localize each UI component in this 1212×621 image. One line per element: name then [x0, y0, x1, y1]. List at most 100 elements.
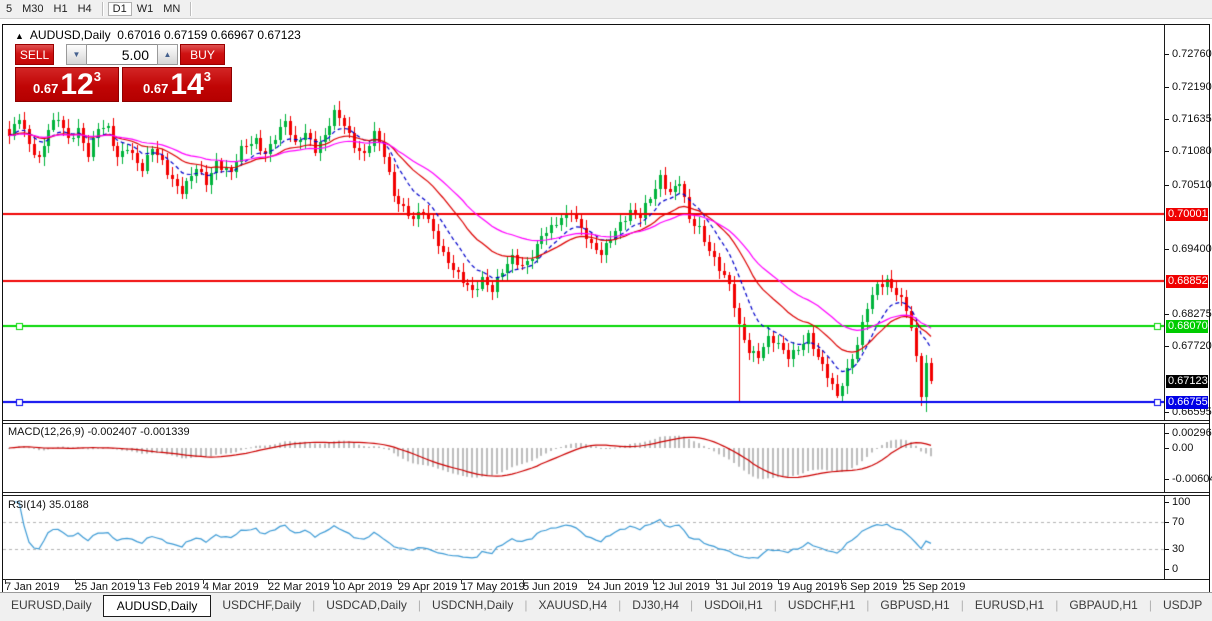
date-axis-tick — [903, 579, 904, 584]
price-axis-label: 0.68275 — [1172, 308, 1212, 320]
sell-price-pips: 12 — [60, 71, 93, 99]
tab-gbpusd-h1[interactable]: GBPUSD,H1 — [869, 596, 960, 614]
pane-separator-macd[interactable] — [3, 420, 1209, 424]
buy-button[interactable]: BUY — [180, 44, 225, 65]
timeframe-button-d1[interactable]: D1 — [108, 2, 132, 16]
tab-usdjp[interactable]: USDJP — [1152, 596, 1212, 614]
timeframe-toolbar: 5M30H1H4 D1W1MN — [0, 0, 1212, 19]
date-axis-tick — [75, 579, 76, 584]
collapse-arrow-icon[interactable]: ▲ — [15, 31, 24, 41]
date-axis-tick — [588, 579, 589, 584]
chart-window: MACD(12,26,9) -0.002407 -0.001339 RSI(14… — [2, 24, 1210, 592]
price-axis-tick — [1165, 151, 1169, 152]
tab-eurusd-daily[interactable]: EURUSD,Daily — [0, 596, 103, 614]
macd-axis-label: 0.002968 — [1172, 427, 1212, 439]
price-axis-label: 0.69400 — [1172, 243, 1212, 255]
tab-usdchf-h1[interactable]: USDCHF,H1 — [777, 596, 866, 614]
tab-xauusd-h4[interactable]: XAUUSD,H4 — [527, 596, 618, 614]
price-level-badge: 0.67123 — [1166, 375, 1208, 388]
pane-separator-rsi[interactable] — [3, 492, 1209, 496]
rsi-pane — [3, 496, 1165, 579]
rsi-axis-label: 30 — [1172, 543, 1184, 555]
price-axis-label: 0.67720 — [1172, 340, 1212, 352]
price-axis-tick — [1165, 249, 1169, 250]
date-axis: 7 Jan 201925 Jan 201913 Feb 20194 Mar 20… — [3, 579, 1209, 592]
tab-usdoil-h1[interactable]: USDOil,H1 — [693, 596, 774, 614]
date-axis-tick — [778, 579, 779, 584]
price-axis-tick — [1165, 87, 1169, 88]
date-axis-label: 12 Jul 2019 — [653, 581, 710, 593]
chart-title: ▲ AUDUSD,Daily 0.67016 0.67159 0.66967 0.… — [15, 28, 301, 42]
price-axis-tick — [1165, 346, 1169, 347]
timeframe-button-h1[interactable]: H1 — [49, 2, 73, 16]
date-axis-tick — [138, 579, 139, 584]
rsi-axis-tick — [1165, 549, 1169, 550]
rsi-axis-tick — [1165, 522, 1169, 523]
date-axis-label: 19 Aug 2019 — [778, 581, 840, 593]
buy-price-base: 0.67 — [143, 81, 168, 96]
date-axis-tick — [5, 579, 6, 584]
rsi-axis-label: 70 — [1172, 516, 1184, 528]
price-axis-label: 0.71080 — [1172, 145, 1212, 157]
date-axis-label: 13 Feb 2019 — [138, 581, 200, 593]
sell-price-button[interactable]: 0.67 12 3 — [15, 67, 119, 102]
macd-axis-label: -0.006047 — [1172, 473, 1212, 485]
price-axis: 0.727600.721900.716350.710800.705100.694… — [1164, 25, 1209, 591]
price-level-badge: 0.66755 — [1166, 396, 1208, 409]
date-axis-label: 17 May 2019 — [461, 581, 525, 593]
tab-gbpaud-h1[interactable]: GBPAUD,H1 — [1058, 596, 1148, 614]
price-axis-tick — [1165, 185, 1169, 186]
macd-axis-tick — [1165, 433, 1169, 434]
chart-tab-bar: EURUSD,DailyAUDUSD,DailyUSDCHF,Daily|USD… — [0, 592, 1212, 621]
date-axis-tick — [333, 579, 334, 584]
price-axis-tick — [1165, 314, 1169, 315]
date-axis-label: 5 Jun 2019 — [523, 581, 577, 593]
macd-axis-label: 0.00 — [1172, 442, 1193, 454]
date-axis-label: 25 Jan 2019 — [75, 581, 136, 593]
date-axis-tick — [841, 579, 842, 584]
price-level-badge: 0.68070 — [1166, 320, 1208, 333]
buy-price-pips: 14 — [170, 71, 203, 99]
date-axis-tick — [203, 579, 204, 584]
rsi-axis-tick — [1165, 502, 1169, 503]
timeframe-button-m30[interactable]: M30 — [17, 2, 48, 16]
tab-usdcnh-daily[interactable]: USDCNH,Daily — [421, 596, 524, 614]
date-axis-label: 31 Jul 2019 — [716, 581, 773, 593]
rsi-canvas[interactable] — [3, 496, 1165, 579]
tab-dj30-h4[interactable]: DJ30,H4 — [621, 596, 690, 614]
rsi-axis-label: 0 — [1172, 563, 1178, 575]
one-click-trade-panel: SELL ▼ 5.00 ▲ BUY 0.67 12 3 0.67 14 3 — [15, 44, 245, 102]
timeframe-button-w1[interactable]: W1 — [132, 2, 159, 16]
timeframe-button-5[interactable]: 5 — [1, 2, 17, 16]
volume-increase-button[interactable]: ▲ — [157, 44, 178, 65]
macd-axis-tick — [1165, 448, 1169, 449]
timeframe-button-h4[interactable]: H4 — [73, 2, 97, 16]
timeframe-button-mn[interactable]: MN — [158, 2, 185, 16]
chart-ohlc-values: 0.67016 0.67159 0.66967 0.67123 — [117, 28, 301, 42]
tab-audusd-daily[interactable]: AUDUSD,Daily — [103, 595, 212, 617]
volume-input[interactable]: 5.00 — [87, 44, 157, 65]
price-axis-label: 0.71635 — [1172, 113, 1212, 125]
tab-usdcad-daily[interactable]: USDCAD,Daily — [315, 596, 418, 614]
sell-price-point: 3 — [94, 69, 101, 84]
buy-price-button[interactable]: 0.67 14 3 — [122, 67, 232, 102]
sell-button[interactable]: SELL — [15, 44, 54, 65]
date-axis-tick — [523, 579, 524, 584]
volume-decrease-button[interactable]: ▼ — [66, 44, 87, 65]
toolbar-separator — [190, 2, 191, 16]
date-axis-label: 29 Apr 2019 — [398, 581, 457, 593]
buy-price-point: 3 — [204, 69, 211, 84]
chart-symbol-label: AUDUSD,Daily — [30, 28, 111, 42]
price-axis-tick — [1165, 412, 1169, 413]
toolbar-separator — [102, 2, 103, 16]
macd-indicator-label: MACD(12,26,9) -0.002407 -0.001339 — [8, 426, 190, 438]
rsi-axis-label: 100 — [1172, 496, 1190, 508]
date-axis-label: 22 Mar 2019 — [268, 581, 330, 593]
tab-eurusd-h1[interactable]: EURUSD,H1 — [964, 596, 1055, 614]
price-axis-tick — [1165, 119, 1169, 120]
date-axis-label: 10 Apr 2019 — [333, 581, 392, 593]
rsi-axis-tick — [1165, 569, 1169, 570]
price-level-badge: 0.70001 — [1166, 208, 1208, 221]
price-axis-label: 0.72190 — [1172, 81, 1212, 93]
tab-usdchf-daily[interactable]: USDCHF,Daily — [211, 596, 312, 614]
